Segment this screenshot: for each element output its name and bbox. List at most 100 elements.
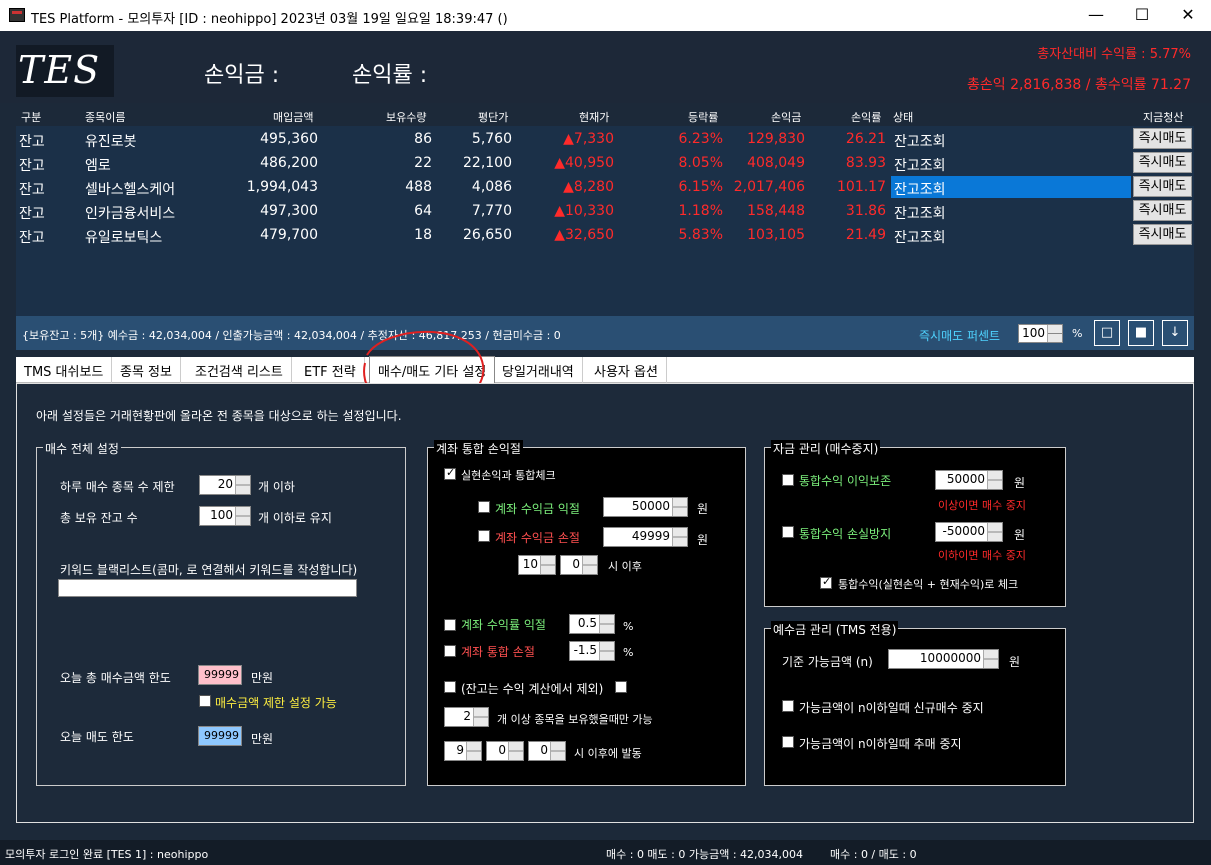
realized-checkbox[interactable] xyxy=(444,466,456,480)
rtp-unit: % xyxy=(623,620,634,633)
window-title: TES Platform - 모의투자 [ID : neohippo] 2023… xyxy=(31,12,508,27)
rtp-checkbox[interactable] xyxy=(444,619,456,631)
rsl-input[interactable]: -1.5 xyxy=(569,641,615,661)
tab-condition-search[interactable]: 조건검색 리스트 xyxy=(187,357,292,383)
count-input[interactable]: 2 xyxy=(444,707,489,727)
daily-limit-input[interactable]: 20 xyxy=(199,475,251,495)
blacklist-input[interactable] xyxy=(58,579,357,597)
limit-checkbox-label: 매수금액 제한 설정 가능 xyxy=(215,696,337,710)
table-row[interactable]: 잔고 인카금융서비스 497,300 64 7,770 ▲10,330 1.18… xyxy=(16,199,1194,223)
combo-label: 통합수익(실현손익 + 현재수익)로 체크 xyxy=(838,578,1019,591)
sl-checkbox[interactable] xyxy=(478,530,490,542)
keep-note: 이상이면 매수 중지 xyxy=(938,499,1026,512)
maximize-button[interactable]: ☐ xyxy=(1119,0,1165,31)
sell-now-button[interactable]: 즉시매도 xyxy=(1133,152,1192,173)
cell-buy: 497,300 xyxy=(260,203,318,219)
col-cur: 현재가 xyxy=(579,111,610,124)
keep-input[interactable]: 50000 xyxy=(935,470,1003,490)
sell-now-button[interactable]: 즉시매도 xyxy=(1133,224,1192,245)
new-stop-checkbox[interactable] xyxy=(782,700,794,712)
cell-type: 잔고 xyxy=(19,206,45,222)
down-arrow-button[interactable]: ↓ xyxy=(1162,320,1188,346)
table-row[interactable]: 잔고 유일로보틱스 479,700 18 26,650 ▲32,650 5.83… xyxy=(16,223,1194,247)
holdings-grid[interactable]: 잔고 유진로봇 495,360 86 5,760 ▲7,330 6.23% 12… xyxy=(16,126,1194,316)
login-status: 모의투자 로그인 완료 [TES 1] : neohippo xyxy=(5,848,209,861)
combo-checkbox[interactable] xyxy=(820,575,832,589)
trigger-min-input[interactable]: 0 xyxy=(486,741,524,761)
buy-amount-input[interactable]: 99999 xyxy=(198,665,242,685)
cell-cur: ▲7,330 xyxy=(563,131,614,147)
stop-button[interactable]: ■ xyxy=(1128,320,1154,346)
cell-buy: 486,200 xyxy=(260,155,318,171)
tp-unit: 원 xyxy=(697,502,709,516)
asset-rate: 총자산대비 수익률 : 5.77% xyxy=(1037,47,1191,62)
cell-qty: 64 xyxy=(414,203,432,219)
cell-qty: 86 xyxy=(414,131,432,147)
total-pnl: 총손익 2,816,838 / 총수익률 71.27 xyxy=(966,77,1191,93)
cell-status: 잔고조회 xyxy=(894,134,946,150)
cell-name: 셀바스헬스케어 xyxy=(85,182,176,198)
col-pnl: 손익금 xyxy=(771,111,802,124)
base-input[interactable]: 10000000 xyxy=(888,649,999,669)
hold-input[interactable]: 100 xyxy=(199,506,251,526)
loss-input[interactable]: -50000 xyxy=(935,522,1003,542)
sell-now-button[interactable]: 즉시매도 xyxy=(1133,128,1192,149)
logo: TES xyxy=(16,45,114,97)
cell-status: 잔고조회 xyxy=(891,176,1131,198)
cell-chg: 5.83% xyxy=(678,227,723,243)
sell-pct-input[interactable]: 100 xyxy=(1018,324,1063,343)
sell-now-button[interactable]: 즉시매도 xyxy=(1133,200,1192,221)
cell-cur: ▲32,650 xyxy=(554,227,614,243)
keep-checkbox[interactable] xyxy=(782,474,794,486)
tab-user-options[interactable]: 사용자 옵션 xyxy=(586,357,667,383)
rsl-checkbox[interactable] xyxy=(444,645,456,657)
table-row[interactable]: 잔고 엠로 486,200 22 22,100 ▲40,950 8.05% 40… xyxy=(16,151,1194,175)
cell-avg: 22,100 xyxy=(463,155,512,171)
trigger-hour-input[interactable]: 9 xyxy=(444,741,482,761)
tp-checkbox[interactable] xyxy=(478,501,490,513)
exclude-checkbox-2[interactable] xyxy=(615,681,627,693)
sell-now-button[interactable]: 즉시매도 xyxy=(1133,176,1192,197)
col-action: 지금청산 xyxy=(1143,111,1184,124)
minute-input[interactable]: 0 xyxy=(560,555,598,575)
loss-checkbox[interactable] xyxy=(782,526,794,538)
app-icon xyxy=(9,8,25,22)
cell-pnl: 103,105 xyxy=(747,227,805,243)
minimize-button[interactable]: — xyxy=(1073,0,1119,31)
tp-input[interactable]: 50000 xyxy=(603,497,688,517)
daily-limit-unit: 개 이하 xyxy=(258,480,295,494)
add-stop-checkbox[interactable] xyxy=(782,736,794,748)
hour-input[interactable]: 10 xyxy=(518,555,556,575)
cell-rate: 83.93 xyxy=(845,155,886,171)
keep-unit: 원 xyxy=(1014,476,1026,490)
col-rate: 손익률 xyxy=(851,111,882,124)
close-button[interactable]: ✕ xyxy=(1165,0,1211,31)
cell-name: 엠로 xyxy=(85,158,111,174)
col-status: 상태 xyxy=(893,111,914,124)
cell-chg: 1.18% xyxy=(678,203,723,219)
table-row[interactable]: 잔고 셀바스헬스케어 1,994,043 488 4,086 ▲8,280 6.… xyxy=(16,175,1194,199)
cell-buy: 495,360 xyxy=(260,131,318,147)
group-title: 매수 전체 설정 xyxy=(43,440,121,457)
rtp-input[interactable]: 0.5 xyxy=(569,614,615,634)
status-bar: 모의투자 로그인 완료 [TES 1] : neohippo 매수 : 0 매도… xyxy=(0,840,1211,865)
sell-pct-label: 즉시매도 퍼센트 xyxy=(919,329,1001,343)
cell-cur: ▲40,950 xyxy=(554,155,614,171)
exclude-checkbox[interactable] xyxy=(444,681,456,693)
cell-cur: ▲10,330 xyxy=(554,203,614,219)
limit-checkbox[interactable] xyxy=(199,695,211,707)
cell-chg: 8.05% xyxy=(678,155,723,171)
sl-input[interactable]: 49999 xyxy=(603,527,688,547)
tab-today-history[interactable]: 당일거래내역 xyxy=(494,357,583,383)
trigger-sec-input[interactable]: 0 xyxy=(528,741,566,761)
tab-tms-dashboard[interactable]: TMS 대쉬보드 xyxy=(16,357,113,383)
tab-stock-info[interactable]: 종목 정보 xyxy=(112,357,181,383)
cell-pnl: 2,017,406 xyxy=(733,179,805,195)
pct-unit: % xyxy=(1072,327,1083,340)
small-window-button[interactable]: □ xyxy=(1094,320,1120,346)
cell-avg: 5,760 xyxy=(471,131,512,147)
sell-amount-input[interactable]: 99999 xyxy=(198,726,242,746)
table-row[interactable]: 잔고 유진로봇 495,360 86 5,760 ▲7,330 6.23% 12… xyxy=(16,127,1194,151)
cell-rate: 101.17 xyxy=(837,179,886,195)
cell-qty: 18 xyxy=(414,227,432,243)
